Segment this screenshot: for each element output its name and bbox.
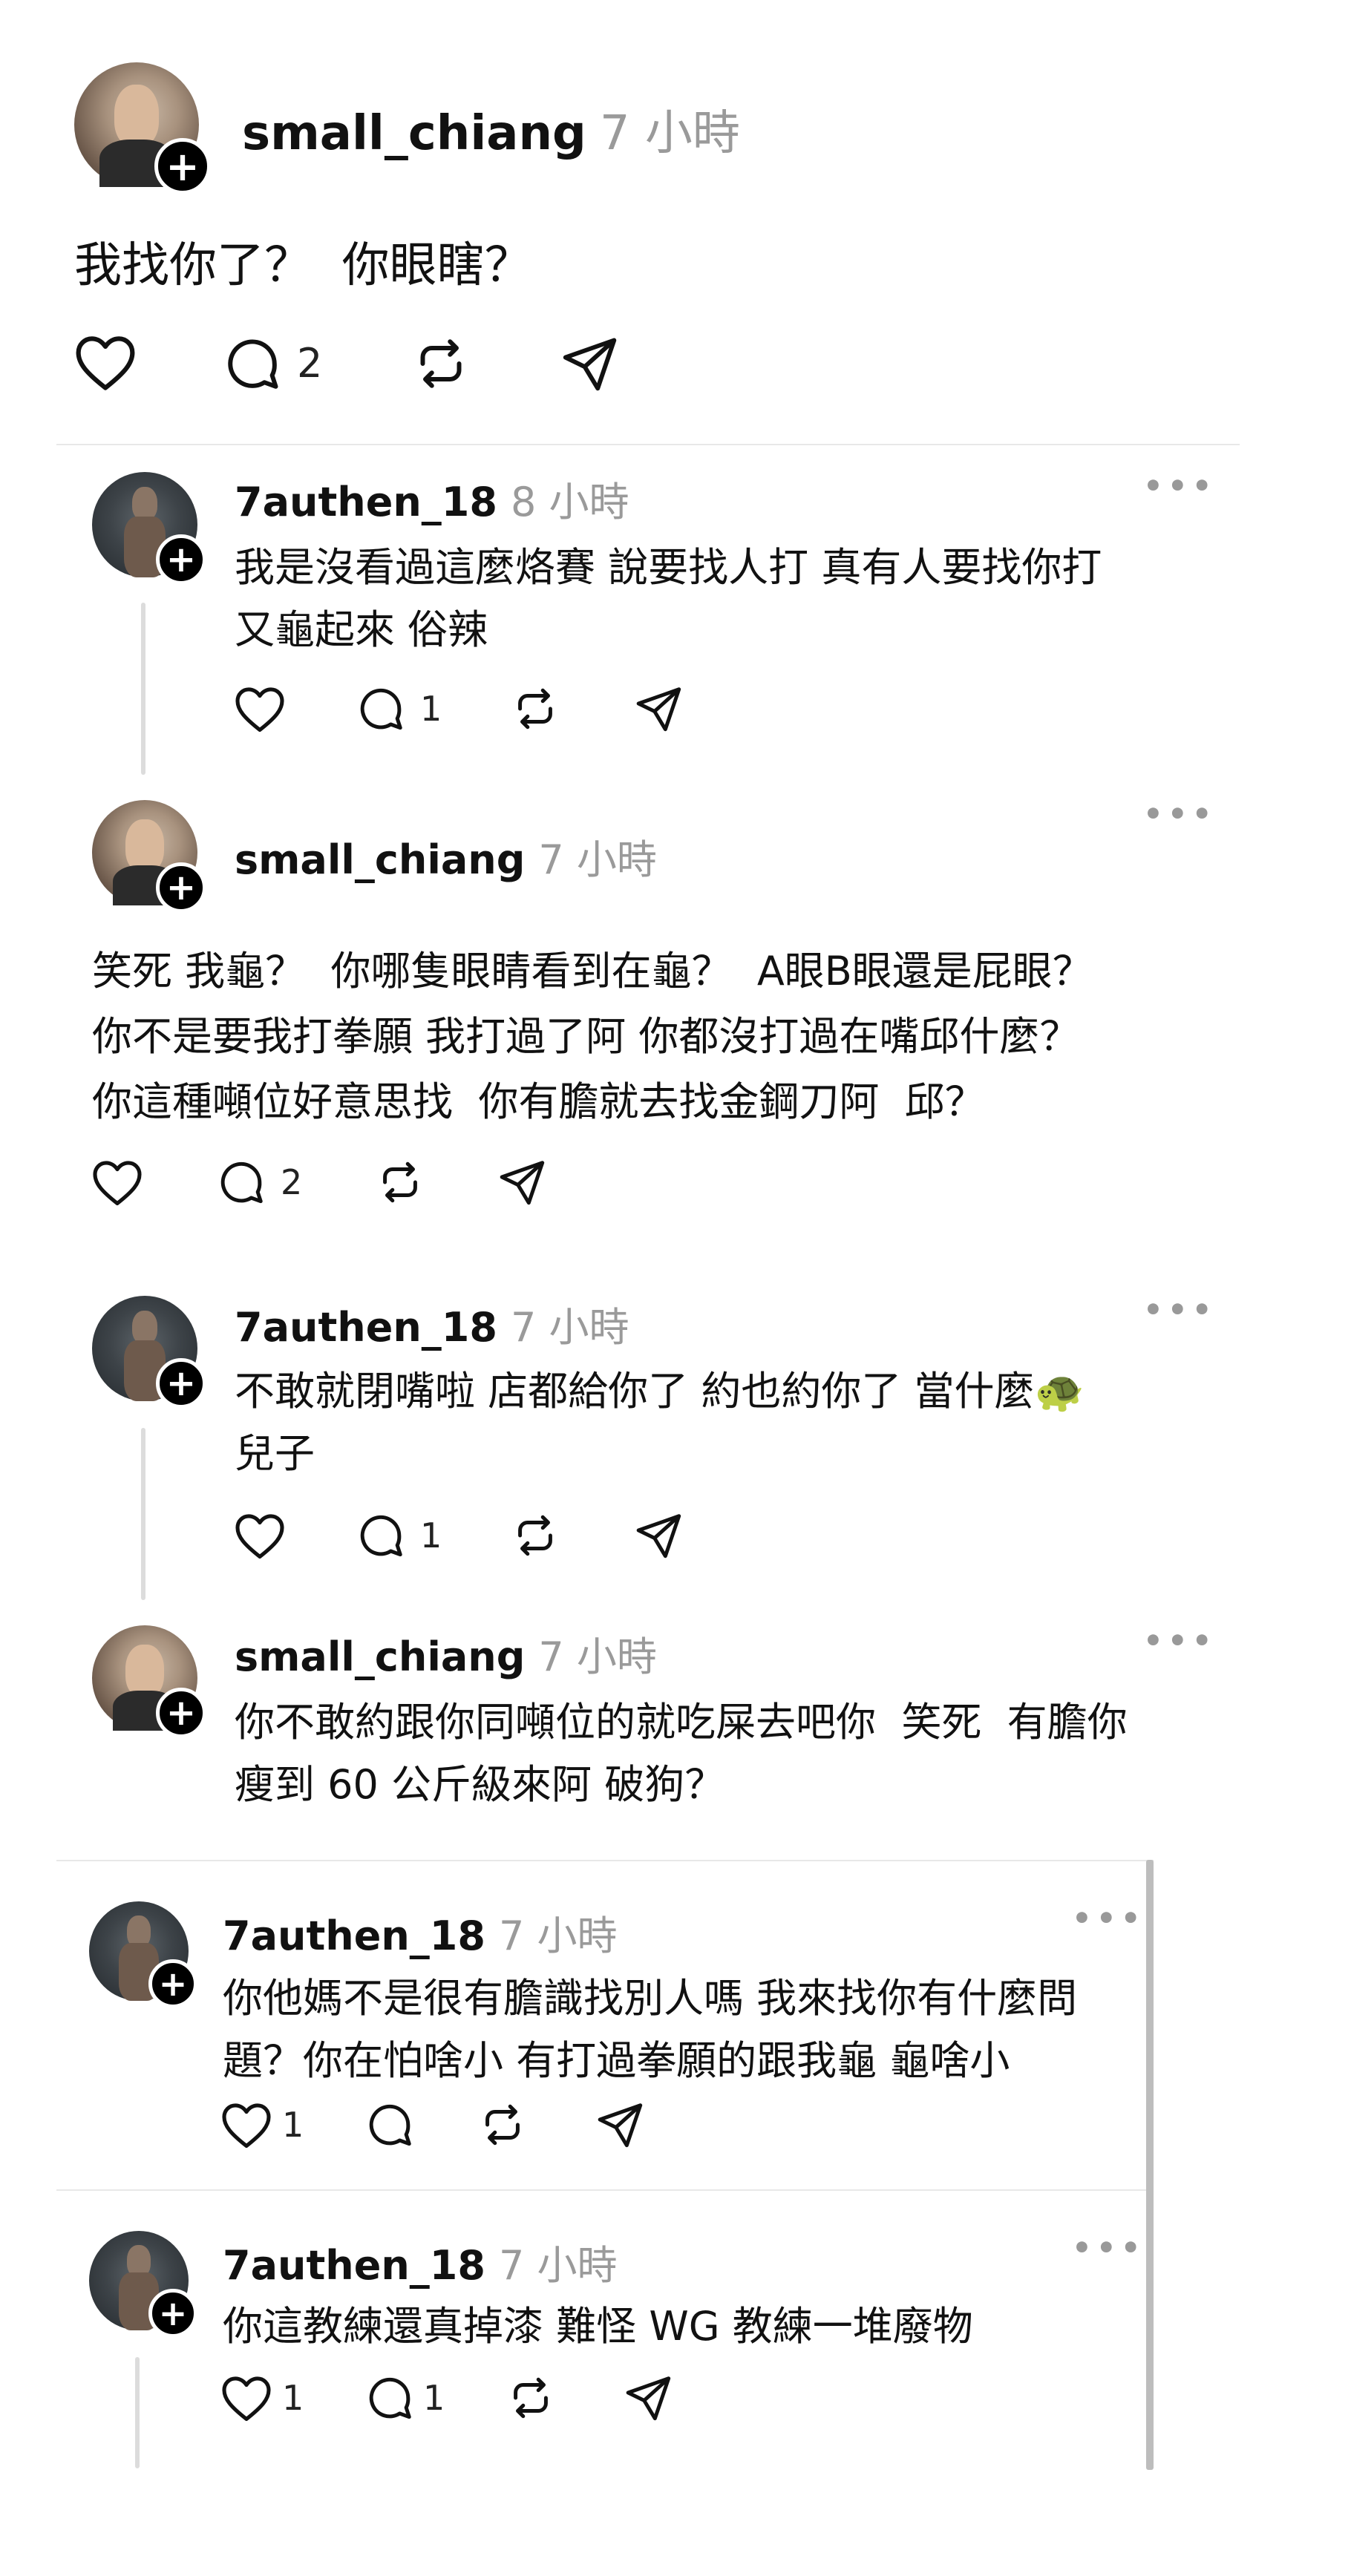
divider (56, 444, 1240, 445)
reply-count: 1 (420, 689, 442, 729)
follow-plus-icon[interactable]: + (156, 1358, 206, 1409)
like-count: 1 (282, 2105, 304, 2145)
timestamp: 7 小時 (538, 836, 657, 883)
reply-count: 1 (420, 1515, 442, 1556)
username[interactable]: 7authen_18 8 小時 (235, 469, 629, 528)
username[interactable]: 7authen_18 7 小時 (235, 1294, 629, 1353)
speech-bubble-icon[interactable] (221, 332, 284, 395)
avatar[interactable]: + (89, 1901, 197, 2008)
timestamp: 7 小時 (538, 1633, 657, 1680)
heart-icon[interactable] (233, 684, 287, 733)
avatar[interactable]: + (92, 800, 206, 913)
username[interactable]: small_chiang 7 小時 (235, 1624, 657, 1682)
reply-text-line: 又龜起來 俗辣 (235, 606, 488, 653)
avatar[interactable]: + (92, 1625, 206, 1738)
reply-text-line: 瘦到 60 公斤級來阿 破狗？ (235, 1761, 725, 1808)
repost-icon[interactable] (477, 2099, 529, 2151)
follow-plus-icon[interactable]: + (156, 862, 206, 913)
speech-bubble-icon[interactable] (355, 1510, 407, 1561)
reply-text-line: 題？你在怕啥小 有打過拳願的跟我龜 龜啥小 (223, 2037, 1010, 2084)
heart-icon[interactable] (91, 1158, 144, 1207)
repost-icon[interactable] (509, 683, 561, 735)
paper-plane-icon[interactable] (632, 683, 684, 735)
thread-line (141, 603, 145, 775)
follow-plus-icon[interactable]: + (154, 138, 211, 194)
like-count: 1 (282, 2378, 304, 2418)
avatar[interactable]: + (89, 2231, 197, 2338)
thread-line (141, 1428, 145, 1600)
speech-bubble-icon[interactable] (215, 1156, 267, 1208)
username[interactable]: 7authen_18 7 小時 (223, 2232, 617, 2291)
heart-icon[interactable] (233, 1511, 287, 1560)
follow-plus-icon[interactable]: + (156, 534, 206, 585)
avatar[interactable]: + (92, 472, 206, 585)
paper-plane-icon[interactable] (622, 2372, 674, 2424)
repost-icon[interactable] (509, 1510, 561, 1561)
heart-icon[interactable] (73, 332, 138, 392)
reply-count: 2 (297, 340, 323, 387)
follow-plus-icon[interactable]: + (156, 1688, 206, 1738)
divider (56, 1860, 1154, 1861)
divider (56, 2189, 1154, 2191)
paper-plane-icon[interactable] (594, 2099, 646, 2151)
avatar[interactable]: + (74, 62, 211, 194)
more-dots-icon[interactable]: ••• (1072, 1900, 1145, 1936)
speech-bubble-icon[interactable] (364, 2372, 416, 2424)
heart-icon[interactable] (220, 2373, 273, 2422)
repost-icon[interactable] (505, 2372, 557, 2424)
thread-line (135, 2357, 140, 2468)
follow-plus-icon[interactable]: + (148, 1959, 197, 2008)
timestamp: 7 小時 (498, 2242, 618, 2289)
repost-icon[interactable] (374, 1156, 426, 1208)
reply-text-line: 不敢就閉嘴啦 店都給你了 約也約你了 當什麼🐢 (235, 1368, 1085, 1415)
paper-plane-icon[interactable] (632, 1510, 684, 1561)
repost-icon[interactable] (410, 332, 472, 395)
speech-bubble-icon[interactable] (364, 2099, 416, 2151)
avatar[interactable]: + (92, 1296, 206, 1409)
more-dots-icon[interactable]: ••• (1143, 1622, 1217, 1659)
reply-count: 1 (423, 2378, 445, 2418)
scrollbar[interactable] (1146, 1860, 1154, 2470)
post-text: 我找你了？ 你眼瞎？ (74, 238, 532, 293)
timestamp: 7 小時 (599, 106, 740, 161)
heart-icon[interactable] (220, 2100, 273, 2149)
reply-count: 2 (281, 1162, 303, 1202)
username[interactable]: 7authen_18 7 小時 (223, 1903, 617, 1962)
reply-text-line: 你不敢約跟你同噸位的就吃屎去吧你 笑死 有膽你 (235, 1699, 1128, 1746)
more-dots-icon[interactable]: ••• (1143, 468, 1217, 504)
paper-plane-icon[interactable] (558, 332, 621, 395)
follow-plus-icon[interactable]: + (148, 2289, 197, 2338)
reply-text-line: 兒子 (235, 1430, 315, 1477)
reply-text-line: 你這種噸位好意思找 你有膽就去找金鋼刀阿 邱？ (92, 1078, 985, 1125)
timestamp: 7 小時 (498, 1913, 618, 1959)
more-dots-icon[interactable]: ••• (1143, 796, 1217, 832)
paper-plane-icon[interactable] (496, 1156, 548, 1208)
reply-text-line: 我是沒看過這麼烙賽 說要找人打 真有人要找你打 (235, 544, 1102, 591)
reply-text-line: 你他媽不是很有膽識找別人嗎 我來找你有什麼問 (223, 1975, 1078, 2022)
reply-text-line: 你不是要我打拳願 我打過了阿 你都沒打過在嘴邱什麼？ (92, 1013, 1080, 1060)
speech-bubble-icon[interactable] (355, 683, 407, 735)
reply-text-line: 你這教練還真掉漆 難怪 WG 教練一堆廢物 (223, 2303, 973, 2350)
timestamp: 7 小時 (510, 1304, 629, 1351)
more-dots-icon[interactable]: ••• (1072, 2229, 1145, 2266)
username[interactable]: small_chiang 7 小時 (242, 95, 740, 163)
more-dots-icon[interactable]: ••• (1143, 1291, 1217, 1328)
username[interactable]: small_chiang 7 小時 (235, 827, 657, 885)
reply-text-line: 笑死 我龜？ 你哪隻眼睛看到在龜？ A眼B眼還是屁眼？ (92, 948, 1093, 994)
timestamp: 8 小時 (510, 479, 629, 525)
